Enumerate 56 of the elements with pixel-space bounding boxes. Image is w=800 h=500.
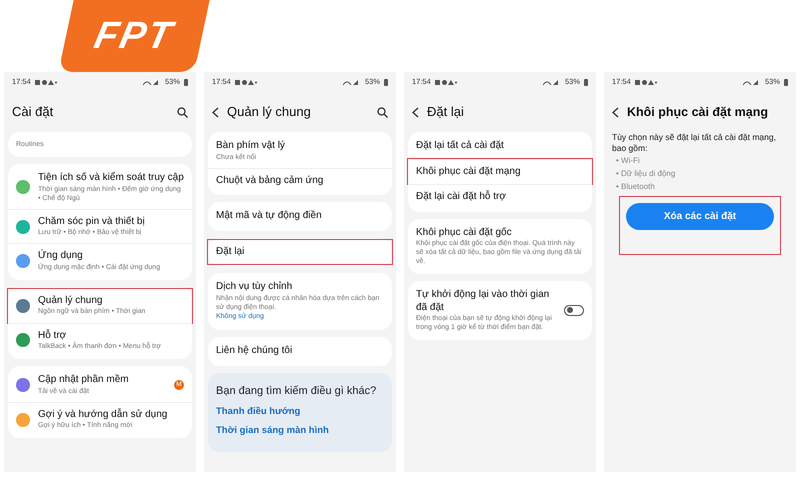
suggestion-link[interactable]: Thời gian sáng màn hình: [216, 424, 384, 438]
item-title: Khôi phục cài đặt mạng: [416, 166, 522, 178]
item-title: Khôi phục cài đặt gốc: [416, 226, 513, 239]
notification-icons: [34, 78, 57, 86]
item-title: Mật mã và tự động điền: [216, 210, 323, 223]
notification-icons: [434, 78, 457, 86]
item-title: Ứng dụng: [38, 250, 84, 262]
battery-icon: [184, 78, 188, 86]
suggestion-title: Bạn đang tìm kiếm điều gì khác?: [216, 384, 378, 399]
signal-icons: [542, 78, 561, 86]
item-title: Quản lý chung: [38, 294, 104, 308]
battery-icon: [384, 78, 388, 86]
battery-icon: [584, 78, 588, 86]
item-title: Đặt lại tất cả cài đặt: [416, 140, 505, 152]
settings-item[interactable]: Đặt lại cài đặt hỗ trợ: [408, 184, 592, 210]
bullet-item: • Wi-Fi: [615, 154, 641, 167]
bullet-item: • Bluetooth: [615, 180, 656, 193]
settings-item[interactable]: Liên hệ chúng tôi: [208, 339, 392, 364]
notification-icons: [634, 78, 657, 86]
item-title: Hỗ trợ: [38, 330, 68, 342]
screen-title: Cài đặt: [12, 103, 54, 122]
notification-icons: [234, 78, 257, 86]
back-icon[interactable]: [412, 106, 419, 118]
item-title: Gợi ý và hướng dẫn sử dụng: [38, 408, 168, 422]
logo-text: FPT: [91, 17, 177, 55]
settings-item[interactable]: Đặt lại tất cả cài đặt: [408, 134, 592, 158]
settings-item[interactable]: Chuột và bảng cảm ứng: [208, 168, 392, 194]
bullet-item: • Dữ liệu di động: [615, 168, 676, 180]
suggestion-link[interactable]: Thanh điều hướng: [216, 405, 384, 420]
screen-title: Quản lý chung: [227, 103, 311, 122]
search-icon[interactable]: [177, 106, 188, 118]
settings-item[interactable]: Mật mã và tự động điền: [208, 204, 392, 229]
settings-item[interactable]: Đặt lại: [208, 240, 392, 264]
signal-icons: [142, 78, 161, 86]
item-title: Chăm sóc pin và thiết bị: [38, 216, 146, 228]
item-title: Chuột và bảng cảm ứng: [216, 174, 324, 188]
item-title: Tiện ích số và kiểm soát truy cập: [38, 172, 184, 185]
reset-settings-button[interactable]: Xóa các cài đặt: [626, 203, 774, 230]
signal-icons: [742, 78, 761, 86]
item-title: Bàn phím vật lý: [216, 140, 286, 152]
screen-title: Đặt lại: [427, 103, 464, 122]
item-title: Đặt lại: [216, 246, 246, 258]
toggle-switch[interactable]: [564, 305, 584, 316]
signal-icons: [342, 78, 361, 86]
back-icon[interactable]: [212, 106, 219, 118]
item-title: Liên hệ chúng tôi: [216, 345, 294, 358]
back-icon[interactable]: [612, 106, 619, 118]
item-title: Đặt lại cài đặt hỗ trợ: [416, 191, 507, 204]
item-title: Dịch vụ tùy chỉnh: [216, 281, 294, 294]
item-title: Cập nhật phần mềm: [38, 374, 130, 387]
battery-icon: [784, 78, 788, 86]
item-title: Tự khởi động lại vào thời gian đã đặt: [416, 289, 550, 314]
search-icon[interactable]: [377, 106, 388, 118]
screen-title: Khôi phục cài đặt mạng: [627, 104, 768, 121]
settings-item[interactable]: Khôi phục cài đặt mạng: [408, 158, 592, 184]
description-text: Tùy chọn này sẽ đặt lại tất cả cài đặt mạng, bao gồm:: [611, 132, 777, 155]
